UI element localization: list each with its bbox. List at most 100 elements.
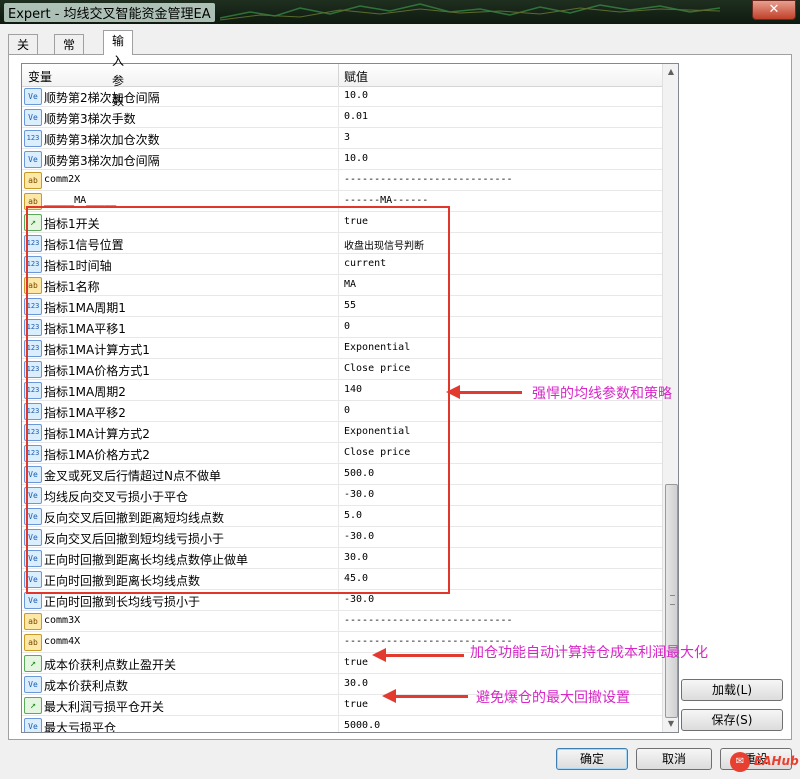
parameter-name: 反向交叉后回撤到短均线亏损小于 — [44, 532, 225, 546]
ok-button[interactable]: 确定 — [556, 748, 628, 770]
parameter-value[interactable]: 30.0 — [344, 552, 368, 563]
parameter-value[interactable]: true — [344, 699, 368, 710]
parameter-value[interactable]: 0 — [344, 321, 350, 332]
parameter-type-icon: 123 — [24, 361, 42, 378]
table-row[interactable]: Ve 正向时回撤到距离长均线点数停止做单 30.0 — [22, 548, 662, 569]
parameter-type-icon: 123 — [24, 256, 42, 273]
table-row[interactable]: 123 顺势第3梯次加仓次数 3 — [22, 128, 662, 149]
parameter-value[interactable]: 55 — [344, 300, 356, 311]
parameter-type-icon: ab — [24, 613, 42, 630]
column-divider — [338, 632, 339, 652]
parameter-value[interactable]: 收盘出现信号判断 — [344, 237, 424, 252]
parameter-value[interactable]: ---------------------------- — [344, 174, 513, 185]
table-row[interactable]: 123 指标1时间轴 current — [22, 254, 662, 275]
table-row[interactable]: Ve 反向交叉后回撤到短均线亏损小于 -30.0 — [22, 527, 662, 548]
parameter-value[interactable]: current — [344, 258, 386, 269]
save-button[interactable]: 保存(S) — [681, 709, 783, 731]
parameter-value[interactable]: 500.0 — [344, 468, 374, 479]
parameter-value[interactable]: Close price — [344, 363, 410, 374]
parameter-type-icon: Ve — [24, 718, 42, 732]
parameter-value[interactable]: 0 — [344, 405, 350, 416]
scroll-down-icon[interactable]: ▼ — [663, 716, 678, 732]
table-row[interactable]: 123 指标1信号位置 收盘出现信号判断 — [22, 233, 662, 254]
cancel-button[interactable]: 取消 — [636, 748, 712, 770]
parameter-type-icon: Ve — [24, 109, 42, 126]
parameter-value[interactable]: true — [344, 216, 368, 227]
parameter-value[interactable]: 5000.0 — [344, 720, 380, 731]
parameter-value[interactable]: 5.0 — [344, 510, 362, 521]
column-divider — [338, 170, 339, 190]
watermark-text: EAHub — [754, 754, 799, 768]
table-row[interactable]: 123 指标1MA计算方式1 Exponential — [22, 338, 662, 359]
load-button[interactable]: 加载(L) — [681, 679, 783, 701]
parameter-type-icon: ab — [24, 172, 42, 189]
table-row[interactable]: ab comm3X ---------------------------- — [22, 611, 662, 632]
table-row[interactable]: Ve 最大亏损平仓 5000.0 — [22, 716, 662, 732]
table-row[interactable]: Ve 正向时回撤到距离长均线点数 45.0 — [22, 569, 662, 590]
table-row[interactable]: Ve 顺势第3梯次加仓间隔 10.0 — [22, 149, 662, 170]
column-header-variable[interactable]: 变量 — [28, 68, 52, 85]
parameter-type-icon: Ve — [24, 592, 42, 609]
parameter-type-icon: Ve — [24, 466, 42, 483]
annotation-arrow-line — [384, 654, 464, 657]
parameter-value[interactable]: 3 — [344, 132, 350, 143]
parameter-type-icon: 123 — [24, 403, 42, 420]
tab-about[interactable]: 关于 — [8, 34, 39, 72]
parameter-value[interactable]: 10.0 — [344, 90, 368, 101]
parameter-type-icon: 123 — [24, 382, 42, 399]
column-divider — [338, 233, 339, 253]
table-row[interactable]: 123 指标1MA平移1 0 — [22, 317, 662, 338]
parameter-type-icon: ↗ — [24, 697, 42, 714]
column-divider — [338, 86, 339, 106]
tab-common[interactable]: 常用 — [54, 34, 85, 72]
parameter-value[interactable]: 140 — [344, 384, 362, 395]
parameter-value[interactable]: MA — [344, 279, 356, 290]
column-divider — [338, 590, 339, 610]
table-row[interactable]: ab 指标1名称 MA — [22, 275, 662, 296]
close-button[interactable]: ✕ — [752, 0, 796, 20]
table-row[interactable]: Ve 反向交叉后回撤到距离短均线点数 5.0 — [22, 506, 662, 527]
table-row[interactable]: ab comm2X ---------------------------- — [22, 170, 662, 191]
parameter-value[interactable]: -30.0 — [344, 531, 374, 542]
parameter-value[interactable]: 45.0 — [344, 573, 368, 584]
parameter-value[interactable]: true — [344, 657, 368, 668]
parameter-value[interactable]: 10.0 — [344, 153, 368, 164]
parameter-value[interactable]: 30.0 — [344, 678, 368, 689]
table-row[interactable]: ab _____MA_____ ------MA------ — [22, 191, 662, 212]
parameter-name: 指标1MA周期2 — [44, 385, 126, 399]
parameter-value[interactable]: ---------------------------- — [344, 615, 513, 626]
table-row[interactable]: 123 指标1MA价格方式1 Close price — [22, 359, 662, 380]
table-row[interactable]: ↗ 指标1开关 true — [22, 212, 662, 233]
table-row[interactable]: Ve 金叉或死叉后行情超过N点不做单 500.0 — [22, 464, 662, 485]
parameter-name: 指标1时间轴 — [44, 259, 112, 273]
parameter-value[interactable]: -30.0 — [344, 594, 374, 605]
table-row[interactable]: Ve 均线反向交叉亏损小于平仓 -30.0 — [22, 485, 662, 506]
column-divider — [338, 674, 339, 694]
parameter-name: 顺势第3梯次加仓间隔 — [44, 154, 160, 168]
annotation-cost-profit: 加仓功能自动计算持仓成本利润最大化 — [470, 645, 708, 661]
tab-inputs[interactable]: 输入参数 — [103, 30, 134, 108]
table-row[interactable]: 123 指标1MA平移2 0 — [22, 401, 662, 422]
column-divider — [338, 275, 339, 295]
scrollbar-thumb[interactable] — [665, 484, 678, 718]
parameter-value[interactable]: Close price — [344, 447, 410, 458]
column-header-value[interactable]: 赋值 — [344, 68, 368, 85]
scroll-up-icon[interactable]: ▲ — [663, 64, 678, 80]
annotation-ma-strategy: 强悍的均线参数和策略 — [532, 386, 672, 402]
parameter-type-icon: 123 — [24, 445, 42, 462]
column-divider — [338, 107, 339, 127]
column-divider[interactable] — [338, 64, 339, 86]
parameter-value[interactable]: ------MA------ — [344, 195, 428, 206]
table-row[interactable]: 123 指标1MA周期1 55 — [22, 296, 662, 317]
table-row[interactable]: 123 指标1MA计算方式2 Exponential — [22, 422, 662, 443]
table-row[interactable]: Ve 正向时回撤到长均线亏损小于 -30.0 — [22, 590, 662, 611]
parameter-type-icon: ↗ — [24, 655, 42, 672]
parameter-value[interactable]: 0.01 — [344, 111, 368, 122]
parameter-value[interactable]: Exponential — [344, 342, 410, 353]
table-row[interactable]: 123 指标1MA价格方式2 Close price — [22, 443, 662, 464]
parameter-type-icon: Ve — [24, 151, 42, 168]
parameter-type-icon: Ve — [24, 571, 42, 588]
parameter-value[interactable]: Exponential — [344, 426, 410, 437]
parameter-value[interactable]: -30.0 — [344, 489, 374, 500]
parameter-name: 指标1MA平移2 — [44, 406, 126, 420]
